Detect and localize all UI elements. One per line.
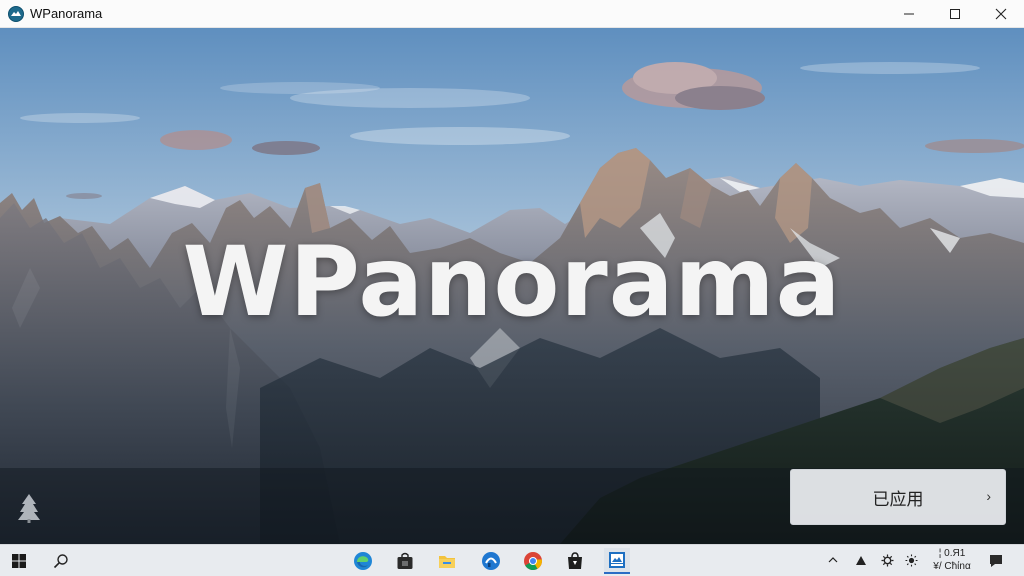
sun-icon	[905, 554, 917, 566]
hero-title: WPanorama	[182, 226, 842, 338]
pine-tree-icon	[18, 494, 40, 523]
taskbar-file-explorer[interactable]	[434, 548, 460, 574]
network-icon	[856, 556, 866, 565]
maximize-button[interactable]	[932, 0, 978, 28]
taskbar-edge[interactable]	[350, 548, 376, 574]
window-title: WPanorama	[30, 6, 103, 21]
chevron-up-icon	[828, 557, 838, 563]
taskbar-clock[interactable]: ¦ 0.Я1 ¥/ Cħίnα	[926, 547, 978, 573]
notification-center-button[interactable]	[988, 553, 1004, 574]
maximize-icon	[950, 8, 960, 19]
edge-browser-icon	[354, 552, 372, 570]
blue-circle-app-icon	[482, 552, 500, 570]
taskbar-blue-app[interactable]	[478, 548, 504, 574]
taskbar-wpanorama[interactable]	[604, 548, 630, 574]
file-explorer-icon	[439, 556, 455, 568]
wpanorama-app-icon	[8, 5, 24, 22]
close-icon	[995, 8, 1007, 19]
close-button[interactable]	[978, 0, 1024, 28]
taskbar-store[interactable]	[392, 548, 418, 574]
gear-icon	[881, 554, 893, 566]
clock-time: ¦ 0.Я1	[938, 548, 966, 559]
tray-settings[interactable]	[880, 553, 894, 567]
taskbar-dark-app[interactable]	[562, 548, 588, 574]
chrome-icon	[524, 552, 543, 571]
tray-network[interactable]	[854, 553, 868, 567]
search-button[interactable]	[48, 548, 74, 574]
minimize-icon	[904, 13, 914, 14]
clock-date: ¥/ Cħίnα	[933, 561, 971, 572]
start-button[interactable]	[6, 548, 32, 574]
chevron-right-icon: ›	[986, 488, 991, 504]
applied-button-label: 已应用	[872, 489, 924, 510]
notification-icon	[990, 555, 1002, 567]
applied-button[interactable]: 已应用 ›	[790, 469, 1006, 525]
store-bag-icon	[397, 552, 413, 569]
wpanorama-taskbar-icon	[609, 552, 625, 568]
title-bar: WPanorama	[0, 0, 1024, 28]
windows-start-icon	[12, 554, 26, 568]
dark-bag-app-icon	[568, 552, 582, 569]
show-hidden-icons-button[interactable]	[826, 553, 840, 567]
taskbar-chrome[interactable]	[520, 548, 546, 574]
minimize-button[interactable]	[886, 0, 932, 28]
search-icon	[53, 554, 68, 569]
taskbar: ¦ 0.Я1 ¥/ Cħίnα	[0, 544, 1024, 576]
tray-brightness[interactable]	[904, 553, 918, 567]
